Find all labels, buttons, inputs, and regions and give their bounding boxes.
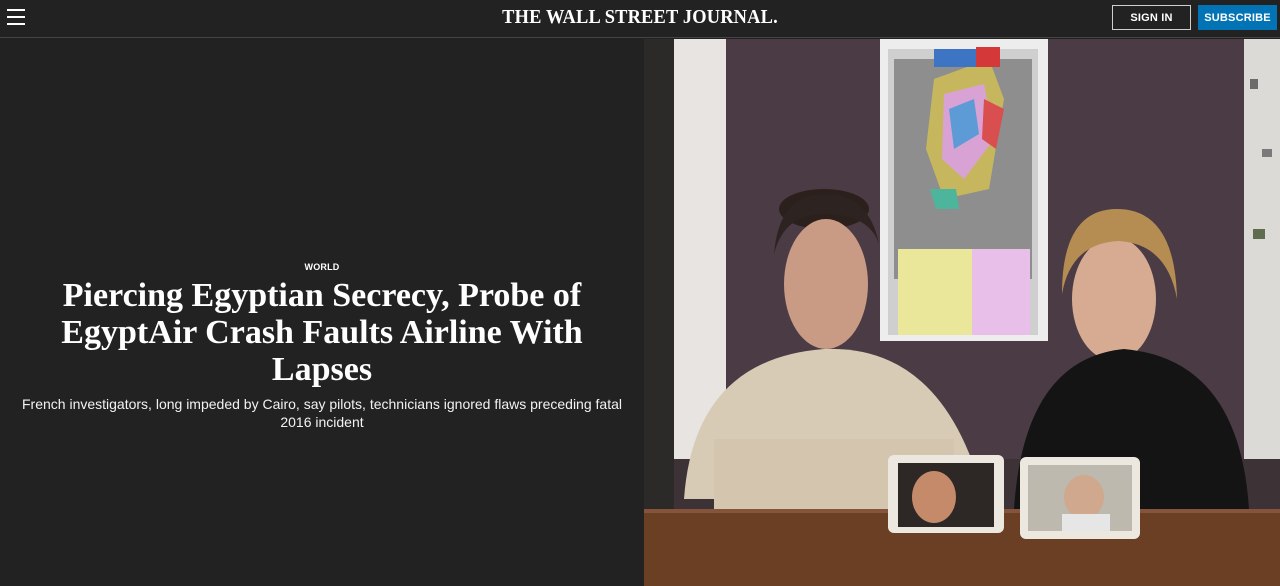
photo-illustration bbox=[644, 39, 1280, 586]
article-summary: French investigators, long impeded by Ca… bbox=[22, 396, 622, 430]
article-headline[interactable]: Piercing Egyptian Secrecy, Probe of Egyp… bbox=[30, 277, 614, 388]
subscribe-button[interactable]: SUBSCRIBE bbox=[1198, 5, 1277, 30]
menu-icon[interactable] bbox=[7, 9, 25, 25]
article-photo bbox=[644, 39, 1280, 586]
sign-in-button[interactable]: SIGN IN bbox=[1112, 5, 1191, 30]
section-label[interactable]: WORLD bbox=[0, 262, 644, 272]
top-navigation-bar: THE WALL STREET JOURNAL. SIGN IN SUBSCRI… bbox=[0, 0, 1280, 38]
headline-panel: WORLD Piercing Egyptian Secrecy, Probe o… bbox=[0, 39, 644, 586]
site-logo[interactable]: THE WALL STREET JOURNAL. bbox=[51, 6, 1229, 29]
